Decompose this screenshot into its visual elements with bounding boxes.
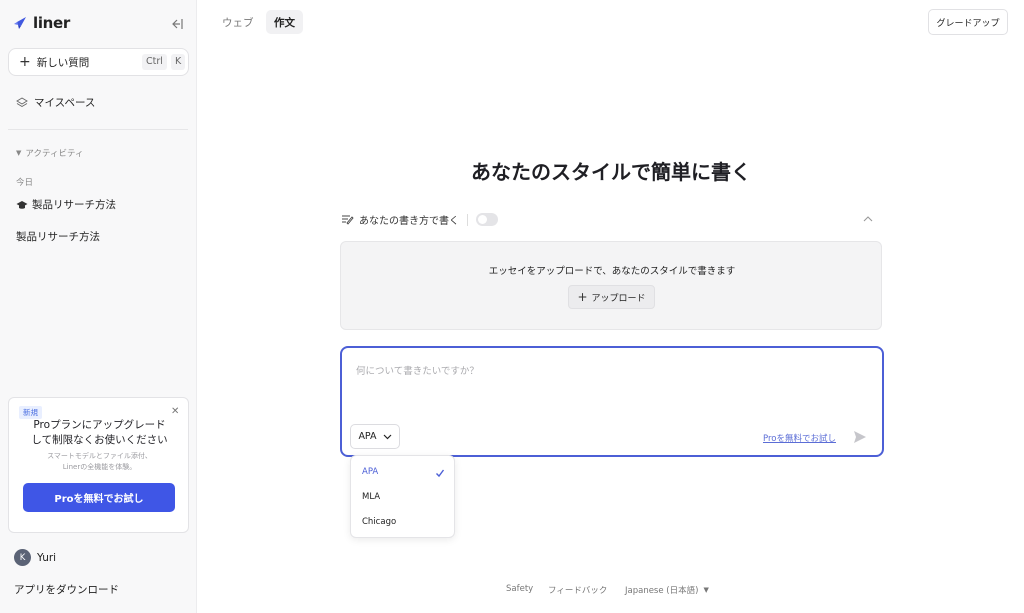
logo[interactable]: liner: [12, 14, 70, 32]
graduation-cap-icon: [16, 200, 28, 209]
chevron-down-icon: [383, 434, 391, 440]
avatar: K: [14, 549, 31, 566]
selected-style: APA: [358, 431, 377, 442]
new-question-button[interactable]: + 新しい質問 Ctrl K: [8, 48, 189, 76]
dropdown-option-apa[interactable]: APA: [362, 467, 378, 477]
promo-title: Proプランにアップグレード して制限なくお使いください: [9, 418, 190, 448]
upload-button[interactable]: + アップロード: [568, 285, 655, 309]
sidebar-item-myspace[interactable]: マイスペース: [16, 95, 95, 110]
tab-web[interactable]: ウェブ: [214, 10, 262, 34]
dropdown-option-chicago[interactable]: Chicago: [362, 517, 396, 527]
promo-sub-line: スマートモデルとファイル添付、: [47, 452, 152, 460]
user-profile[interactable]: K Yuri: [14, 549, 56, 566]
sidebar-item-label: マイスペース: [34, 97, 96, 109]
tab-write[interactable]: 作文: [266, 10, 303, 34]
sidebar: liner + 新しい質問 Ctrl K マイスペース ▼ アクティビティ 今日: [0, 0, 197, 613]
today-label: 今日: [16, 178, 34, 188]
style-toggle-label: あなたの書き方で書く: [359, 216, 459, 227]
upgrade-promo-card: 新規 ✕ Proプランにアップグレード して制限なくお使いください スマートモデ…: [8, 397, 189, 533]
download-app-link[interactable]: アプリをダウンロード: [14, 582, 119, 597]
caret-down-icon: ▼: [703, 586, 709, 594]
plus-icon: +: [577, 290, 588, 304]
try-pro-button[interactable]: Proを無料でお試し: [23, 483, 175, 512]
divider: [467, 213, 468, 226]
plus-icon: +: [19, 54, 31, 70]
prompt-box: APA Proを無料でお試し: [340, 346, 884, 457]
prompt-input[interactable]: [356, 361, 856, 381]
page-title: あなたのスタイルで簡単に書く: [471, 160, 751, 184]
try-pro-link[interactable]: Proを無料でお試し: [763, 432, 836, 444]
style-toggle-switch[interactable]: [476, 213, 498, 226]
new-question-label: 新しい質問: [36, 56, 90, 69]
citation-style-dropdown: APA MLA Chicago: [350, 455, 455, 538]
user-name: Yuri: [37, 551, 57, 564]
footer-safety-link[interactable]: Safety: [506, 584, 533, 594]
chevron-up-icon[interactable]: [862, 213, 874, 225]
close-icon[interactable]: ✕: [171, 406, 179, 417]
citation-style-select[interactable]: APA: [350, 424, 400, 449]
history-item-label: 製品リサーチ方法: [32, 199, 116, 211]
language-label: Japanese (日本語): [625, 586, 699, 596]
collapse-sidebar-icon[interactable]: [168, 16, 184, 32]
footer-feedback-link[interactable]: フィードバック: [548, 584, 607, 596]
upload-button-label: アップロード: [591, 293, 646, 304]
caret-down-icon: ▼: [16, 149, 22, 157]
sidebar-divider: [8, 129, 188, 130]
promo-title-line: して制限なくお使いください: [31, 434, 168, 446]
logo-text: liner: [33, 14, 71, 32]
style-toggle-row: あなたの書き方で書く: [341, 212, 498, 227]
rocket-icon: [14, 17, 26, 29]
shortcut-ctrl: Ctrl: [142, 54, 167, 70]
activity-section-toggle[interactable]: ▼ アクティビティ: [16, 147, 83, 159]
upload-panel: エッセイをアップロードで、あなたのスタイルで書きます + アップロード: [340, 241, 882, 330]
promo-title-line: Proプランにアップグレード: [33, 419, 166, 431]
activity-label: アクティビティ: [25, 149, 84, 159]
check-icon: [436, 469, 445, 478]
write-style-icon: [342, 215, 354, 225]
shortcut-key: K: [171, 54, 186, 70]
send-icon[interactable]: [852, 429, 868, 445]
history-item[interactable]: 製品リサーチ方法: [16, 197, 116, 212]
language-select[interactable]: Japanese (日本語) ▼: [625, 584, 709, 596]
app: liner + 新しい質問 Ctrl K マイスペース ▼ アクティビティ 今日: [0, 0, 1024, 613]
upgrade-button[interactable]: グレードアップ: [928, 9, 1008, 35]
dropdown-option-mla[interactable]: MLA: [362, 492, 380, 502]
promo-sub-line: Linerの全機能を体験。: [62, 463, 137, 471]
promo-subtitle: スマートモデルとファイル添付、 Linerの全機能を体験。: [9, 451, 190, 473]
upload-message: エッセイをアップロードで、あなたのスタイルで書きます: [488, 266, 736, 277]
layers-icon: [16, 96, 28, 107]
history-item[interactable]: 製品リサーチ方法: [16, 229, 100, 244]
